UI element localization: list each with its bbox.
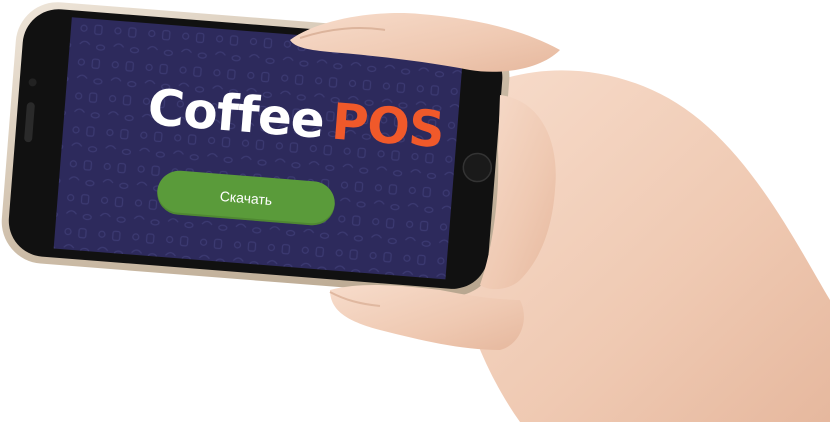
photo-stage: CoffeePOS Скачать [0, 0, 830, 422]
hand-holding-phone-illustration [1, 2, 830, 422]
